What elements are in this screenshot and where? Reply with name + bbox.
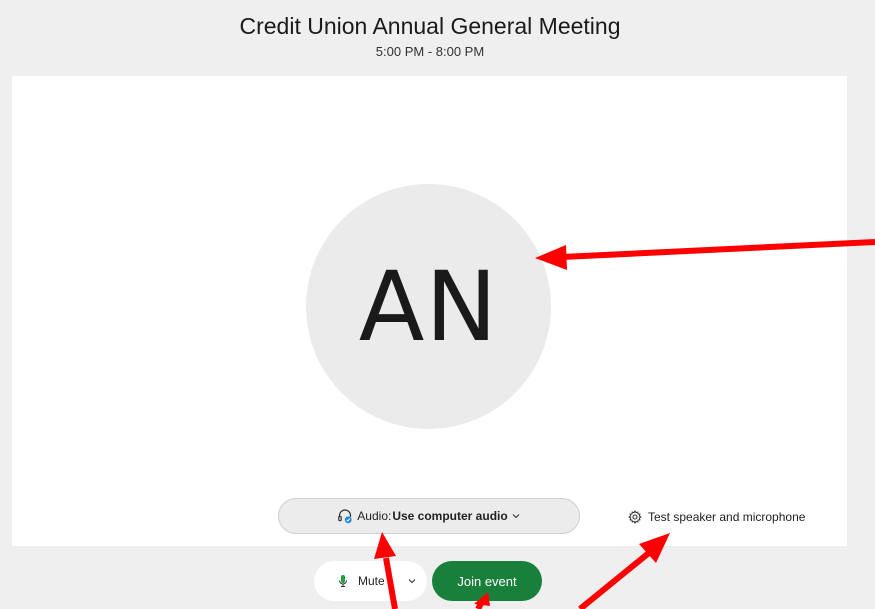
audio-selector-button[interactable]: Audio: Use computer audio [278,498,580,534]
audio-label: Audio: [357,509,392,523]
audio-value: Use computer audio [392,509,508,523]
avatar-initials: AN [358,250,499,363]
gear-icon [628,510,642,524]
test-speaker-microphone-label: Test speaker and microphone [648,510,806,524]
microphone-icon [338,574,348,588]
meeting-title: Credit Union Annual General Meeting [239,13,621,39]
avatar: AN [306,184,551,429]
chevron-down-icon [511,511,521,521]
headset-icon [337,508,353,524]
video-preview: AN Audio: Use computer audio Test speake… [12,76,847,546]
test-speaker-microphone-button[interactable]: Test speaker and microphone [628,508,805,526]
meeting-header: Credit Union Annual General Meeting 5:00… [0,0,860,76]
mute-options-chevron-icon[interactable] [407,576,417,586]
mute-button[interactable]: Mute [314,561,427,601]
join-event-button[interactable]: Join event [432,561,542,601]
mute-label: Mute [358,574,385,588]
meeting-time: 5:00 PM - 8:00 PM [375,44,485,59]
